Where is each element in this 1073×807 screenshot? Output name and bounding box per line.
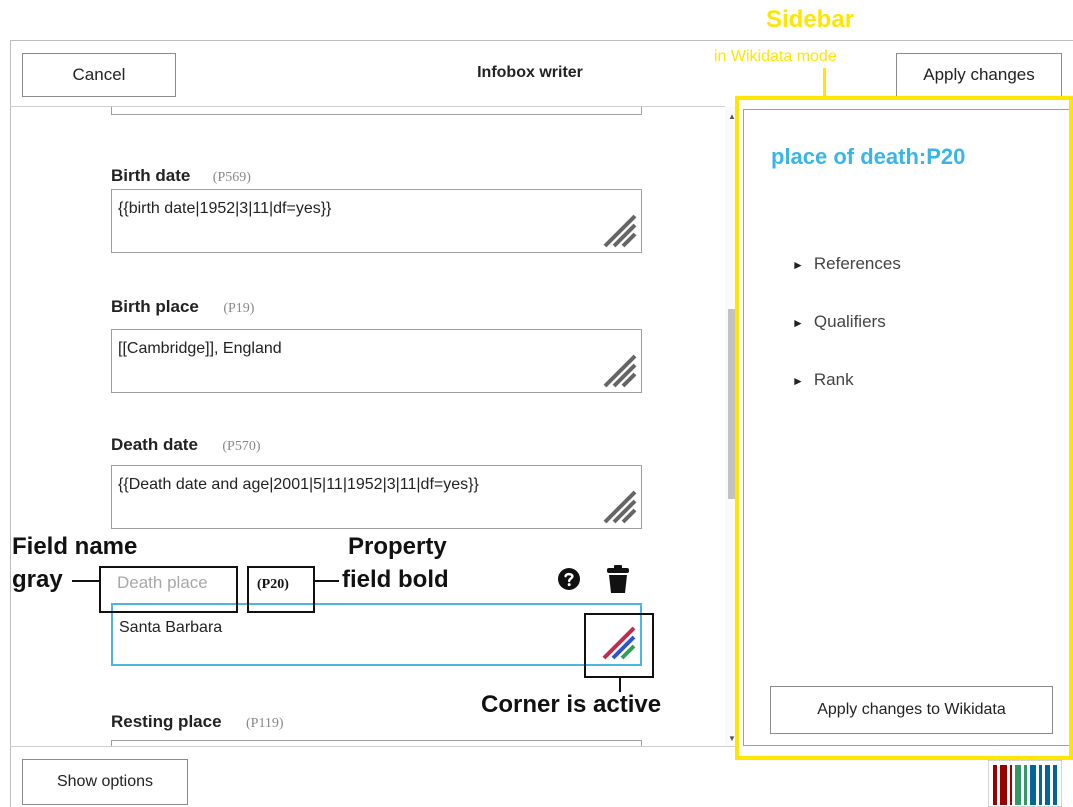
annotation-sidebar-connector [823, 68, 826, 96]
sidebar-section-references[interactable]: ► References [792, 254, 901, 274]
resize-corner-icon[interactable] [597, 484, 637, 524]
field-header-birth-place: Birth place (P19) [111, 297, 254, 317]
field-header-death-date: Death date (P570) [111, 435, 261, 455]
field-input-birth-place[interactable]: [[Cambridge]], England [111, 329, 642, 393]
section-label: Qualifiers [813, 312, 886, 331]
page-title: Infobox writer [477, 64, 583, 81]
annotation-box-field-name [99, 566, 238, 613]
field-label: Resting place [111, 712, 222, 731]
resize-corner-icon[interactable] [597, 208, 637, 248]
annotation-corner-active: Corner is active [481, 691, 662, 718]
annotation-box-corner [584, 613, 654, 678]
field-label: Birth place [111, 297, 199, 316]
footer-divider [10, 746, 735, 747]
annotation-sidebar-title: Sidebar [766, 6, 855, 33]
annotation-connector [619, 678, 621, 692]
annotation-connector [315, 580, 339, 582]
section-label: References [813, 254, 901, 273]
sidebar-title: place of death:P20 [771, 144, 966, 169]
help-icon[interactable] [557, 567, 581, 591]
cancel-button[interactable]: Cancel [22, 53, 176, 97]
field-header-birth-date: Birth date (P569) [111, 166, 251, 186]
field-header-resting-place: Resting place (P119) [111, 712, 284, 732]
trash-icon[interactable] [605, 564, 631, 594]
annotation-property-bold: field bold [342, 566, 449, 593]
sidebar-section-qualifiers[interactable]: ► Qualifiers [792, 312, 886, 332]
expand-arrow-icon: ► [792, 316, 804, 330]
field-property: (P570) [222, 439, 261, 454]
scroll-up-icon[interactable]: ▲ [728, 112, 736, 121]
annotation-property: Property [348, 533, 447, 560]
scrollbar-thumb[interactable] [728, 309, 735, 499]
apply-to-wikidata-button[interactable]: Apply changes to Wikidata [770, 686, 1053, 734]
field-box-partial [111, 107, 642, 115]
field-label: Birth date [111, 166, 191, 185]
expand-arrow-icon: ► [792, 374, 804, 388]
field-input-birth-date[interactable]: {{birth date|1952|3|11|df=yes}} [111, 189, 642, 253]
wikidata-logo-icon [988, 760, 1062, 807]
field-label: Death date [111, 435, 198, 454]
section-label: Rank [813, 370, 854, 389]
field-value: [[Cambridge]], England [118, 340, 282, 357]
resize-corner-icon[interactable] [597, 348, 637, 388]
annotation-field-name-gray: gray [12, 566, 63, 593]
window-border-top [10, 40, 1073, 41]
field-value: {{birth date|1952|3|11|df=yes}} [118, 200, 332, 217]
window-border-left [10, 40, 11, 807]
show-options-button[interactable]: Show options [22, 759, 188, 805]
scroll-down-icon[interactable]: ▼ [728, 734, 736, 743]
sidebar-section-rank[interactable]: ► Rank [792, 370, 854, 390]
field-property: (P569) [212, 170, 251, 185]
annotation-box-property [247, 566, 315, 613]
apply-changes-button[interactable]: Apply changes [896, 53, 1062, 97]
annotation-connector [72, 580, 100, 582]
field-value: Santa Barbara [119, 619, 223, 636]
expand-arrow-icon: ► [792, 258, 804, 272]
annotation-field-name: Field name [12, 533, 138, 560]
field-property: (P119) [246, 716, 284, 731]
field-property: (P19) [223, 301, 255, 316]
field-value: {{Death date and age|2001|5|11|1952|3|11… [118, 476, 479, 493]
sidebar-panel [743, 109, 1073, 746]
annotation-sidebar-subtitle: in Wikidata mode [714, 48, 837, 65]
field-input-death-date[interactable]: {{Death date and age|2001|5|11|1952|3|11… [111, 465, 642, 529]
